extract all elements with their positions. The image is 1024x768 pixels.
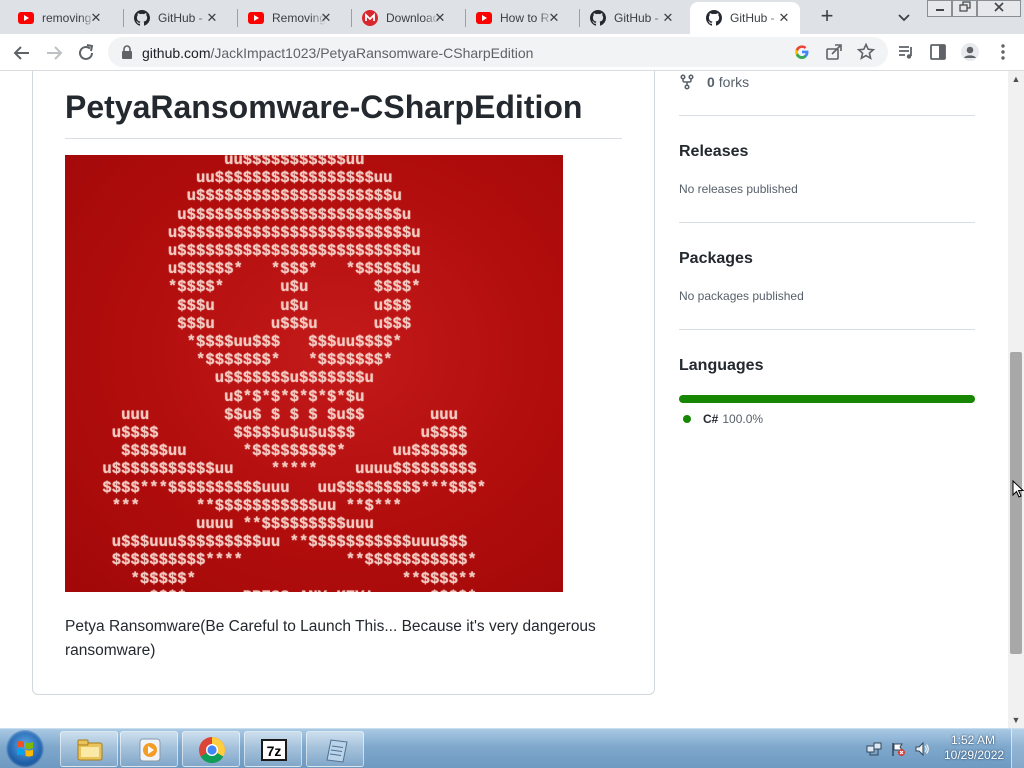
fork-label: forks: [718, 74, 750, 90]
browser-toolbar: github.com/JackImpact1023/PetyaRansomwar…: [0, 34, 1024, 71]
restore-button[interactable]: [952, 0, 977, 17]
windows-taskbar: 7z 1:52 AM 10/29/2022: [0, 728, 1024, 768]
language-item-csharp[interactable]: C# 100.0%: [683, 412, 763, 426]
language-color-dot: [683, 415, 691, 423]
windows-logo-icon: [17, 741, 33, 757]
petya-ascii-art: uu$$$$$$$$$$$uu uu$$$$$$$$$$$$$$$$$uu u$…: [102, 155, 487, 592]
notepad-icon: [326, 739, 348, 763]
scroll-up-arrow-icon[interactable]: ▲: [1008, 71, 1024, 87]
tab-mega-download[interactable]: Download ✕: [346, 2, 456, 34]
taskbar-7zip[interactable]: 7z: [244, 731, 302, 767]
youtube-icon: [248, 12, 264, 24]
mega-icon: [362, 10, 378, 26]
tab-youtube-removing[interactable]: removing ✕: [2, 2, 112, 34]
forks-link[interactable]: 0 forks: [679, 74, 749, 90]
petya-skull-image[interactable]: uu$$$$$$$$$$$uu uu$$$$$$$$$$$$$$$$$uu u$…: [65, 155, 563, 592]
url-host: github.com: [142, 45, 211, 61]
tab-youtube-how-to[interactable]: How to R ✕: [460, 2, 570, 34]
minimize-button[interactable]: [927, 0, 952, 17]
profile-avatar-icon[interactable]: [960, 42, 980, 62]
bookmark-star-icon[interactable]: [856, 42, 876, 62]
taskbar-notepad[interactable]: [306, 731, 364, 767]
taskbar-chrome[interactable]: [182, 731, 240, 767]
new-tab-button[interactable]: +: [814, 5, 840, 29]
taskbar-explorer[interactable]: [60, 731, 118, 767]
taskbar-clock[interactable]: 1:52 AM 10/29/2022: [944, 733, 1005, 763]
google-icon[interactable]: [792, 42, 812, 62]
side-panel-icon[interactable]: [928, 42, 948, 62]
vertical-scrollbar[interactable]: ▲ ▼: [1008, 71, 1024, 728]
7zip-label: 7z: [267, 743, 282, 759]
chrome-icon: [199, 737, 226, 764]
media-queue-icon[interactable]: [896, 42, 916, 62]
sidebar-divider: [679, 222, 975, 223]
fork-count: 0: [707, 74, 715, 90]
releases-note: No releases published: [679, 182, 798, 196]
releases-heading[interactable]: Releases: [679, 143, 748, 161]
tab-close-button[interactable]: ✕: [204, 10, 220, 26]
repo-sidebar: 0 forks Releases No releases published P…: [679, 71, 975, 728]
mouse-pointer-icon: [1012, 480, 1024, 498]
sidebar-divider: [679, 115, 975, 116]
languages-heading: Languages: [679, 357, 764, 374]
tab-close-button[interactable]: ✕: [88, 10, 104, 26]
media-player-icon: [139, 738, 161, 762]
tab-close-button[interactable]: ✕: [432, 10, 448, 26]
address-bar[interactable]: github.com/JackImpact1023/PetyaRansomwar…: [108, 37, 888, 67]
url-text[interactable]: github.com/JackImpact1023/PetyaRansomwar…: [142, 45, 533, 61]
language-percent: 100.0%: [722, 412, 764, 426]
network-icon[interactable]: [866, 741, 882, 757]
explorer-icon: [77, 739, 103, 761]
fork-icon: [680, 74, 694, 90]
tab-github-active[interactable]: GitHub - ✕: [690, 2, 800, 34]
back-arrow-icon[interactable]: [11, 42, 33, 64]
scrollbar-thumb[interactable]: [1010, 352, 1022, 654]
page-content: PetyaRansomware-CSharpEdition uu$$$$$$$$…: [0, 71, 1008, 728]
packages-note: No packages published: [679, 289, 804, 303]
youtube-icon: [18, 12, 34, 24]
close-icon: [994, 2, 1004, 12]
taskbar-media-player[interactable]: [120, 731, 178, 767]
url-path: /JackImpact1023/PetyaRansomware-CSharpEd…: [210, 45, 534, 61]
lock-icon[interactable]: [120, 44, 134, 60]
tab-close-button[interactable]: ✕: [776, 10, 792, 26]
7zip-icon: 7z: [261, 739, 287, 761]
tab-close-button[interactable]: ✕: [546, 10, 562, 26]
show-desktop-button[interactable]: [1011, 729, 1024, 768]
readme-description: Petya Ransomware(Be Careful to Launch Th…: [65, 618, 596, 659]
forward-arrow-icon[interactable]: [43, 42, 65, 64]
clock-time: 1:52 AM: [950, 733, 996, 747]
close-window-button[interactable]: [977, 0, 1021, 17]
youtube-icon: [476, 12, 492, 24]
share-icon[interactable]: [824, 42, 844, 62]
tab-youtube-removing-2[interactable]: Removing ✕: [232, 2, 342, 34]
tab-search-chevron-icon[interactable]: [896, 9, 912, 25]
tab-github-2[interactable]: GitHub - ✕: [574, 2, 684, 34]
github-icon: [590, 10, 606, 26]
menu-kebab-icon[interactable]: [993, 42, 1013, 62]
tab-close-button[interactable]: ✕: [318, 10, 334, 26]
language-bar: [679, 395, 975, 403]
language-name: C#: [703, 412, 719, 426]
reload-icon[interactable]: [75, 42, 97, 64]
start-button[interactable]: [6, 730, 44, 768]
tab-close-button[interactable]: ✕: [660, 10, 676, 26]
tab-github-1[interactable]: GitHub - ✕: [118, 2, 228, 34]
restore-icon: [958, 1, 971, 12]
title-divider: [65, 138, 622, 139]
github-icon: [706, 10, 722, 26]
tab-strip: removing ✕ GitHub - ✕ Removing ✕ Downloa…: [0, 0, 1024, 34]
clock-date: 10/29/2022: [944, 748, 1005, 762]
readme-title: PetyaRansomware-CSharpEdition: [65, 89, 583, 125]
sidebar-divider: [679, 329, 975, 330]
github-icon: [134, 10, 150, 26]
action-center-flag-icon[interactable]: [890, 741, 906, 757]
minimize-icon: [935, 9, 944, 11]
packages-heading[interactable]: Packages: [679, 250, 753, 268]
volume-icon[interactable]: [914, 741, 930, 757]
scroll-down-arrow-icon[interactable]: ▼: [1008, 712, 1024, 728]
